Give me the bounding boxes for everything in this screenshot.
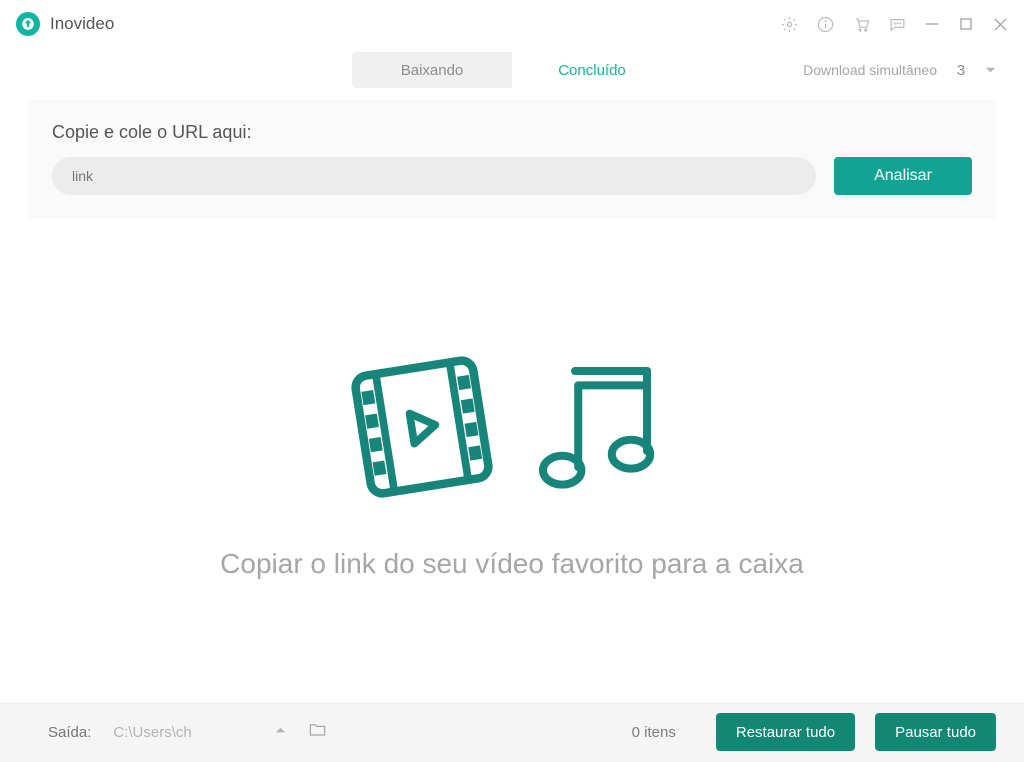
url-row: Analisar xyxy=(52,157,972,195)
app-title: Inovideo xyxy=(50,14,114,34)
empty-illustration xyxy=(337,342,687,512)
output-path[interactable]: C:\Users\ch xyxy=(113,724,263,741)
item-count: 0 itens xyxy=(632,724,676,741)
open-folder-icon[interactable] xyxy=(308,720,327,744)
simultaneous-download-selector[interactable]: Download simultâneo 3 xyxy=(803,62,996,79)
titlebar-left: Inovideo xyxy=(16,12,114,36)
feedback-icon[interactable] xyxy=(888,15,906,33)
tabs-row: Baixando Concluído Download simultâneo 3 xyxy=(0,48,1024,92)
output-label: Saída: xyxy=(48,724,91,741)
minimize-button[interactable] xyxy=(924,16,940,32)
titlebar-right xyxy=(780,15,1008,33)
music-note-icon xyxy=(527,352,687,502)
film-icon xyxy=(337,342,507,512)
pause-all-button[interactable]: Pausar tudo xyxy=(875,713,996,751)
analyze-button[interactable]: Analisar xyxy=(834,157,972,195)
chevron-down-icon xyxy=(985,65,996,76)
cart-icon[interactable] xyxy=(852,15,870,33)
simultaneous-value: 3 xyxy=(951,62,971,79)
footer: Saída: C:\Users\ch 0 itens Restaurar tud… xyxy=(0,702,1024,762)
titlebar: Inovideo xyxy=(0,0,1024,48)
url-panel: Copie e cole o URL aqui: Analisar xyxy=(28,100,996,219)
empty-message: Copiar o link do seu vídeo favorito para… xyxy=(220,548,804,580)
url-input[interactable] xyxy=(52,157,816,195)
empty-state: Copiar o link do seu vídeo favorito para… xyxy=(0,219,1024,702)
info-icon[interactable] xyxy=(816,15,834,33)
url-label: Copie e cole o URL aqui: xyxy=(52,122,972,143)
simultaneous-label: Download simultâneo xyxy=(803,62,937,78)
tabs: Baixando Concluído xyxy=(352,52,672,88)
restore-all-button[interactable]: Restaurar tudo xyxy=(716,713,855,751)
settings-icon[interactable] xyxy=(780,15,798,33)
app-logo-icon xyxy=(16,12,40,36)
output-path-chevron-up-icon[interactable] xyxy=(275,723,286,741)
close-button[interactable] xyxy=(992,16,1008,32)
maximize-button[interactable] xyxy=(958,16,974,32)
tab-done[interactable]: Concluído xyxy=(512,52,672,88)
tab-downloading[interactable]: Baixando xyxy=(352,52,512,88)
